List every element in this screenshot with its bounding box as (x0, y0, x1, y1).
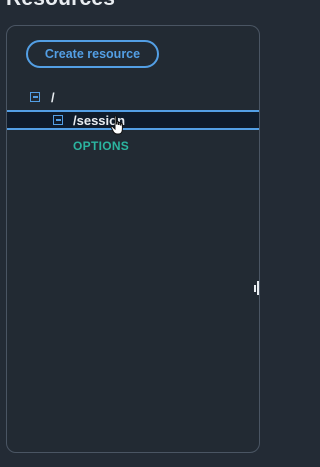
collapse-square-icon[interactable] (30, 92, 40, 102)
method-options[interactable]: OPTIONS (73, 139, 129, 153)
resources-heading: Resources (6, 0, 115, 11)
selected-row-highlight (7, 110, 259, 130)
tree-node-root[interactable]: / (30, 89, 55, 105)
collapse-square-icon[interactable] (53, 115, 63, 125)
hand-pointer-icon (110, 115, 123, 135)
page: Resources Create resource / /session OPT… (0, 0, 274, 467)
resources-panel: Create resource / /session OPTIONS (6, 25, 260, 453)
resize-handle-icon[interactable] (254, 281, 260, 295)
tree-node-root-label[interactable]: / (51, 90, 55, 105)
create-resource-button[interactable]: Create resource (26, 40, 159, 68)
